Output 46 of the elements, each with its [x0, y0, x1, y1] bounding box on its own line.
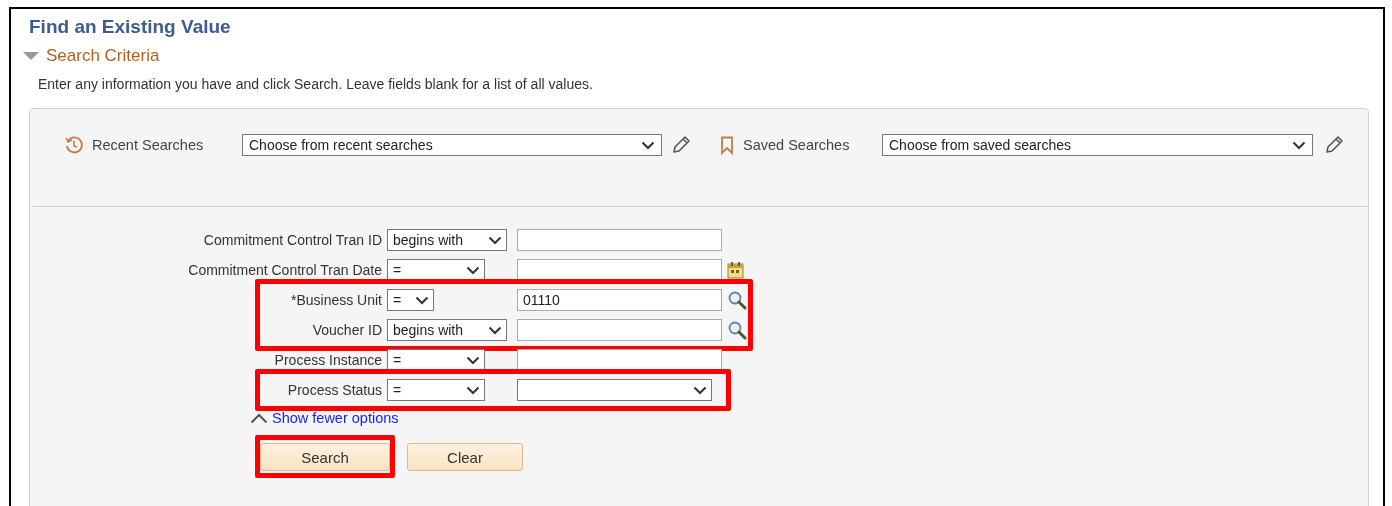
field-label: Voucher ID [312, 322, 382, 338]
search-button[interactable]: Search [260, 443, 390, 471]
field-label: Commitment Control Tran ID [203, 232, 382, 248]
caret-icon [488, 325, 502, 335]
search-icon[interactable] [727, 290, 747, 310]
value-dropdown[interactable] [517, 379, 712, 401]
value-field[interactable] [517, 349, 722, 371]
field-label: Commitment Control Tran Date [188, 262, 382, 278]
bookmark-icon [720, 135, 734, 155]
value-field[interactable] [517, 319, 722, 341]
search-icon[interactable] [727, 320, 747, 340]
operator-dropdown[interactable]: = [387, 379, 485, 401]
value-field[interactable] [517, 259, 722, 281]
saved-searches-dropdown[interactable]: Choose from saved searches [882, 134, 1313, 156]
caret-icon [1292, 140, 1306, 150]
caret-icon [415, 295, 429, 305]
value-field[interactable]: 01110 [517, 289, 722, 311]
history-icon [64, 135, 84, 155]
operator-dropdown[interactable]: = [387, 259, 485, 281]
field-label: Process Status [287, 382, 382, 398]
operator-dropdown[interactable]: begins with [387, 319, 507, 341]
caret-icon [641, 140, 655, 150]
caret-icon [488, 235, 502, 245]
field-label: *Business Unit [290, 292, 382, 308]
caret-icon [466, 265, 480, 275]
instructions-text: Enter any information you have and click Search. Leave fields blank for a list of all values. [38, 76, 594, 94]
show-fewer-options-link[interactable]: Show fewer options [272, 410, 399, 426]
operator-dropdown[interactable]: = [387, 349, 485, 371]
operator-dropdown[interactable]: = [387, 289, 434, 311]
saved-searches-label: Saved Searches [743, 137, 851, 153]
caret-icon [693, 385, 707, 395]
page-title: Find an Existing Value [29, 15, 232, 39]
caret-icon [466, 355, 480, 365]
operator-dropdown[interactable]: begins with [387, 229, 507, 251]
caret-up-icon[interactable] [250, 412, 268, 424]
section-title[interactable]: Search Criteria [46, 46, 160, 66]
collapse-triangle-icon[interactable] [22, 51, 40, 61]
pencil-icon[interactable] [670, 134, 692, 156]
value-field[interactable] [517, 229, 722, 251]
calendar-icon[interactable] [727, 261, 744, 279]
caret-icon [466, 385, 480, 395]
clear-button[interactable]: Clear [407, 443, 523, 471]
field-label: Process Instance [274, 352, 382, 368]
pencil-icon[interactable] [1323, 134, 1345, 156]
recent-searches-dropdown[interactable]: Choose from recent searches [242, 134, 662, 156]
recent-searches-label: Recent Searches [92, 137, 205, 153]
